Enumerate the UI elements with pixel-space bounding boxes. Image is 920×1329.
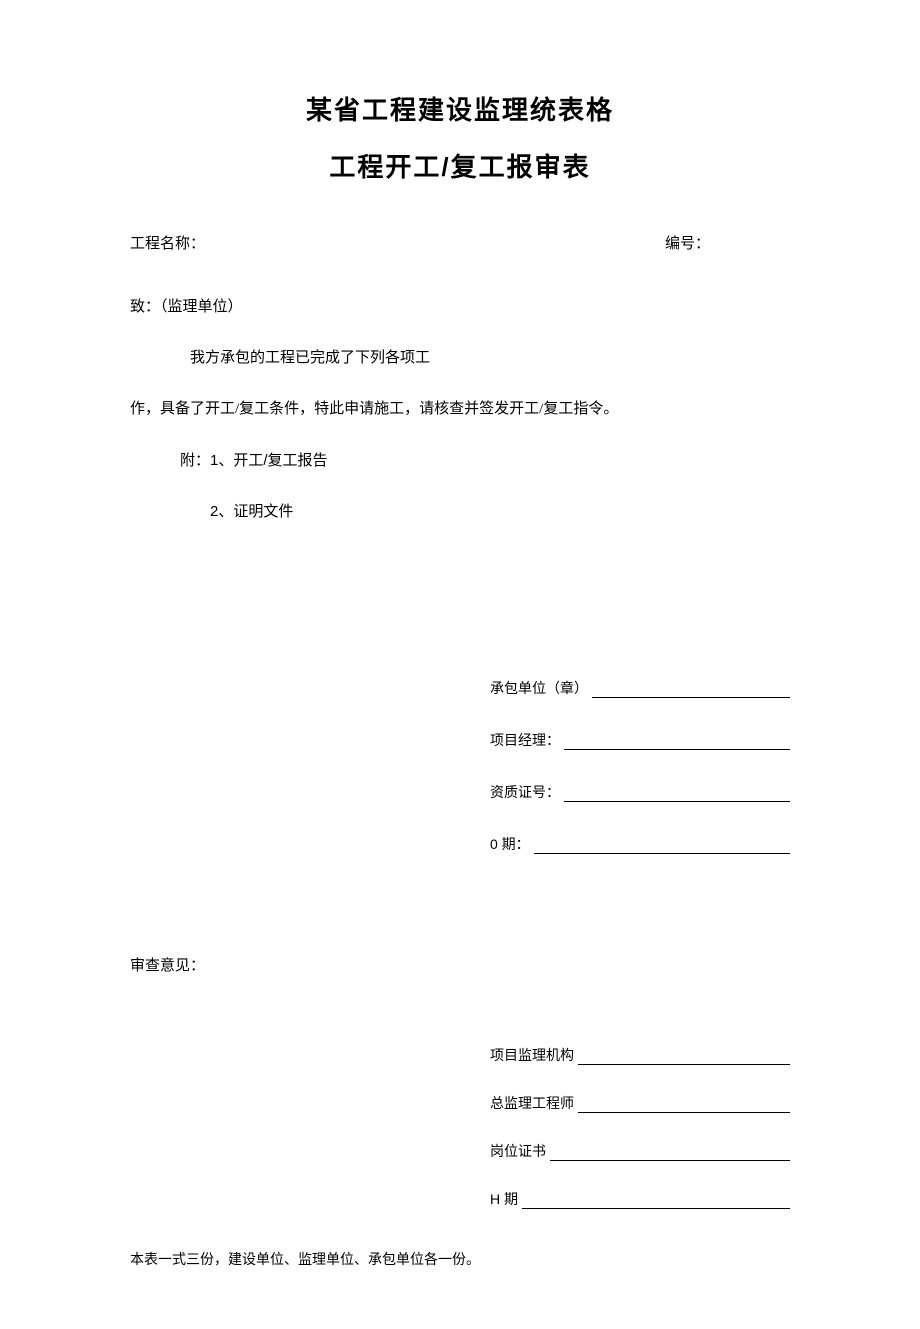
footer-note: 本表一式三份，建设单位、监理单位、承包单位各一份。: [130, 1249, 790, 1269]
position-cert-label: 岗位证书: [490, 1141, 546, 1161]
chief-engineer-label: 总监理工程师: [490, 1093, 574, 1113]
serial-number-label: 编号：: [665, 232, 710, 253]
date-label-2: H 期: [490, 1189, 518, 1209]
paragraph-1: 我方承包的工程已完成了下列各项工: [130, 342, 790, 375]
qualification-label: 资质证号：: [490, 782, 560, 802]
position-cert-row: 岗位证书: [490, 1141, 790, 1161]
attachment-1: 附：1、开工/复工报告: [130, 444, 790, 477]
qualification-line: [564, 801, 790, 802]
project-manager-line: [564, 749, 790, 750]
supervision-org-label: 项目监理机构: [490, 1045, 574, 1065]
document-page: 某省工程建设监理统表格 工程开工/复工报审表 工程名称： 编号： 致：（监理单位…: [0, 0, 920, 1329]
chief-engineer-line: [578, 1112, 790, 1113]
supervision-org-line: [578, 1064, 790, 1065]
header-row: 工程名称： 编号：: [130, 232, 790, 253]
attachment-2: 2、证明文件: [130, 495, 790, 528]
body-section: 致：（监理单位） 我方承包的工程已完成了下列各项工 作，具备了开工/复工条件，特…: [130, 291, 790, 528]
chief-engineer-row: 总监理工程师: [490, 1093, 790, 1113]
date-label-1: 0 期：: [490, 834, 530, 854]
contractor-seal-line: [592, 697, 790, 698]
paragraph-2: 作，具备了开工/复工条件，特此申请施工，请核查并签发开工/复工指令。: [130, 393, 790, 426]
date-row-2: H 期: [490, 1189, 790, 1209]
to-line: 致：（监理单位）: [130, 291, 790, 324]
supervision-org-row: 项目监理机构: [490, 1045, 790, 1065]
project-manager-row: 项目经理：: [490, 730, 790, 750]
project-manager-label: 项目经理：: [490, 730, 560, 750]
title-line-1: 某省工程建设监理统表格: [130, 90, 790, 127]
project-name-label: 工程名称：: [130, 232, 205, 253]
review-opinion-label: 审查意见：: [130, 954, 790, 975]
date-line-2: [522, 1208, 790, 1209]
position-cert-line: [550, 1160, 790, 1161]
contractor-seal-row: 承包单位（章）: [490, 678, 790, 698]
date-line-1: [534, 853, 790, 854]
signature-block-2: 项目监理机构 总监理工程师 岗位证书 H 期: [490, 1045, 790, 1209]
title-line-2: 工程开工/复工报审表: [130, 147, 790, 184]
qualification-row: 资质证号：: [490, 782, 790, 802]
contractor-seal-label: 承包单位（章）: [490, 678, 588, 698]
signature-block-1: 承包单位（章） 项目经理： 资质证号： 0 期：: [490, 678, 790, 854]
date-row-1: 0 期：: [490, 834, 790, 854]
